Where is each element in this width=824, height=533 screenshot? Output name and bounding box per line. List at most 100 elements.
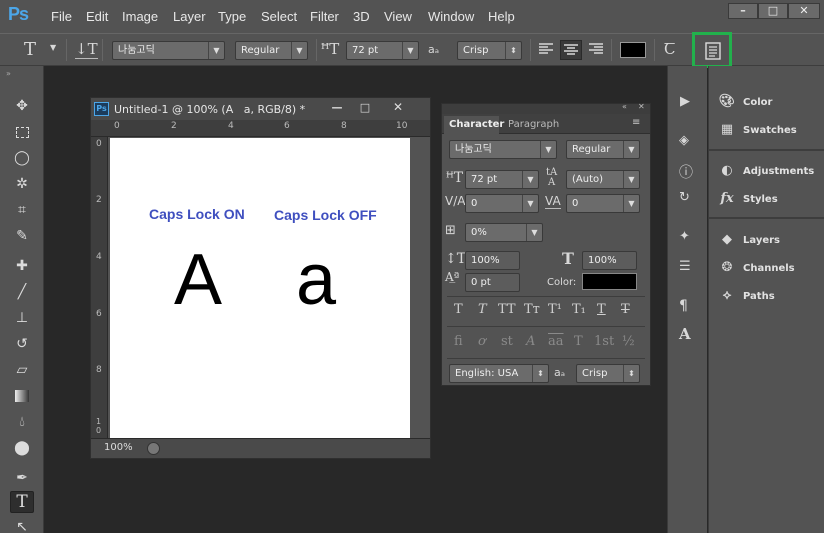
- ordinals-button[interactable]: 1st: [594, 334, 614, 349]
- menu-select[interactable]: Select: [261, 9, 297, 24]
- healing-brush-tool-icon[interactable]: ✚: [10, 255, 34, 277]
- subscript-button[interactable]: T₁: [572, 302, 586, 317]
- toggle-text-orientation-icon[interactable]: ↓T: [75, 40, 98, 59]
- ligature-button[interactable]: fi: [454, 334, 463, 349]
- 3d-icon[interactable]: ◈: [679, 133, 689, 148]
- paragraph-panel-icon[interactable]: ¶: [679, 298, 688, 314]
- char-font-size-select[interactable]: 72 pt ▼: [465, 170, 539, 189]
- document-canvas[interactable]: Caps Lock ON Caps Lock OFF A a: [110, 138, 410, 438]
- menu-help[interactable]: Help: [488, 9, 515, 24]
- menu-3d[interactable]: 3D: [353, 9, 370, 24]
- path-selection-tool-icon[interactable]: ↖: [10, 516, 34, 533]
- menu-view[interactable]: View: [384, 9, 412, 24]
- close-button[interactable]: ✕: [788, 3, 820, 19]
- history-icon[interactable]: ↻: [679, 190, 690, 205]
- move-tool-icon[interactable]: ✥: [10, 95, 34, 117]
- menu-edit[interactable]: Edit: [86, 9, 108, 24]
- superscript-button[interactable]: T¹: [548, 302, 562, 317]
- eraser-tool-icon[interactable]: ▱: [10, 359, 34, 381]
- blur-tool-icon[interactable]: 💧︎: [10, 411, 34, 433]
- magic-wand-tool-icon[interactable]: ✲: [10, 173, 34, 195]
- menu-window[interactable]: Window: [428, 9, 474, 24]
- minimize-button[interactable]: –: [728, 3, 758, 19]
- panel-color[interactable]: 🎨︎ Color: [717, 92, 773, 112]
- char-color-swatch[interactable]: [582, 273, 637, 290]
- small-caps-button[interactable]: Tт: [524, 302, 540, 317]
- titling-alternate-button[interactable]: aa: [548, 334, 564, 349]
- tab-character[interactable]: Character: [444, 116, 504, 134]
- character-panel-icon[interactable]: A: [679, 325, 691, 343]
- status-menu-icon[interactable]: [147, 442, 160, 455]
- document-title-bar[interactable]: Ps Untitled-1 @ 100% (A a, RGB/8) * — □ …: [91, 98, 430, 120]
- char-horizontal-scale-input[interactable]: 100%: [582, 251, 637, 270]
- clone-stamp-tool-icon[interactable]: ⊥: [10, 307, 34, 329]
- menu-type[interactable]: Type: [218, 9, 246, 24]
- swash-button[interactable]: st: [501, 334, 513, 349]
- dodge-tool-icon[interactable]: ⬤: [10, 437, 34, 459]
- char-leading-select[interactable]: (Auto) ▼: [566, 170, 640, 189]
- marquee-tool-icon[interactable]: [10, 121, 34, 143]
- close-panel-icon[interactable]: ✕: [638, 102, 645, 111]
- char-baseline-shift-input[interactable]: 0 pt: [465, 273, 520, 292]
- panel-swatches[interactable]: ▦ Swatches: [717, 120, 797, 140]
- doc-close-button[interactable]: ✕: [383, 100, 413, 117]
- gradient-tool-icon[interactable]: [10, 385, 34, 407]
- menu-filter[interactable]: Filter: [310, 9, 339, 24]
- fractions-button[interactable]: ½: [622, 334, 635, 349]
- lasso-tool-icon[interactable]: ◯: [10, 147, 34, 169]
- char-font-style-select[interactable]: Regular ▼: [566, 140, 640, 159]
- align-right-icon[interactable]: [587, 42, 605, 58]
- antialias-select[interactable]: Crisp ⬍: [457, 41, 522, 60]
- tab-paragraph[interactable]: Paragraph: [503, 116, 563, 134]
- char-tracking-select[interactable]: 0 ▼: [566, 194, 640, 213]
- collapse-tools-icon[interactable]: »: [6, 69, 11, 78]
- align-center-icon[interactable]: [560, 40, 582, 60]
- properties-sliders-icon[interactable]: ☰: [679, 259, 691, 274]
- panel-paths[interactable]: ⟡ Paths: [717, 286, 775, 306]
- stylistic-alternate-button[interactable]: A: [526, 334, 535, 349]
- type-tool-preset-icon[interactable]: T: [24, 39, 36, 60]
- maximize-button[interactable]: □: [758, 3, 788, 19]
- char-tsume-select[interactable]: 0% ▼: [465, 223, 543, 242]
- ornaments-button[interactable]: T: [574, 334, 583, 349]
- crop-tool-icon[interactable]: ⌗: [10, 199, 34, 221]
- doc-minimize-button[interactable]: —: [325, 101, 349, 116]
- history-brush-tool-icon[interactable]: ↺: [10, 333, 34, 355]
- info-icon[interactable]: ⓘ: [679, 162, 693, 182]
- font-style-select[interactable]: Regular ▼: [235, 41, 308, 60]
- brush-tool-icon[interactable]: ╱: [10, 281, 34, 303]
- text-color-swatch[interactable]: [620, 42, 646, 58]
- menu-layer[interactable]: Layer: [173, 9, 206, 24]
- menu-file[interactable]: File: [51, 9, 72, 24]
- panel-adjustments[interactable]: ◐ Adjustments: [717, 161, 814, 181]
- char-vertical-scale-input[interactable]: 100%: [465, 251, 520, 270]
- collapse-panel-icon[interactable]: «: [622, 102, 627, 111]
- chevron-down-icon[interactable]: ▼: [50, 43, 56, 52]
- panel-layers[interactable]: ◆ Layers: [717, 230, 780, 250]
- pen-tool-icon[interactable]: ✒: [10, 467, 34, 489]
- toggle-character-panel-icon[interactable]: [704, 42, 722, 60]
- menu-image[interactable]: Image: [122, 9, 158, 24]
- underline-button[interactable]: T: [597, 302, 606, 317]
- font-family-select[interactable]: 나눔고딕 ▼: [112, 41, 225, 60]
- play-actions-icon[interactable]: ▶: [680, 94, 690, 109]
- eyedropper-tool-icon[interactable]: ✎: [10, 225, 34, 247]
- char-antialias-select[interactable]: Crisp ⬍: [576, 364, 640, 383]
- align-left-icon[interactable]: [537, 42, 555, 58]
- faux-bold-button[interactable]: T: [454, 302, 463, 317]
- brush-presets-icon[interactable]: ✦: [679, 229, 690, 244]
- char-font-family-select[interactable]: 나눔고딕 ▼: [449, 140, 557, 159]
- discretionary-ligature-button[interactable]: ơ: [478, 334, 486, 349]
- panel-styles[interactable]: fx Styles: [717, 189, 777, 209]
- faux-italic-button[interactable]: T: [478, 302, 487, 317]
- panel-channels[interactable]: ❂ Channels: [717, 258, 795, 278]
- char-kerning-select[interactable]: 0 ▼: [465, 194, 539, 213]
- font-size-select[interactable]: 72 pt ▼: [346, 41, 419, 60]
- panel-menu-icon[interactable]: ≡: [632, 117, 640, 128]
- warp-text-icon[interactable]: Ꞇ: [664, 40, 675, 58]
- doc-maximize-button[interactable]: □: [353, 101, 377, 116]
- language-select[interactable]: English: USA ⬍: [449, 364, 549, 383]
- strikethrough-button[interactable]: T: [621, 302, 630, 317]
- zoom-level[interactable]: 100%: [104, 442, 133, 453]
- type-tool-icon[interactable]: T: [10, 491, 34, 513]
